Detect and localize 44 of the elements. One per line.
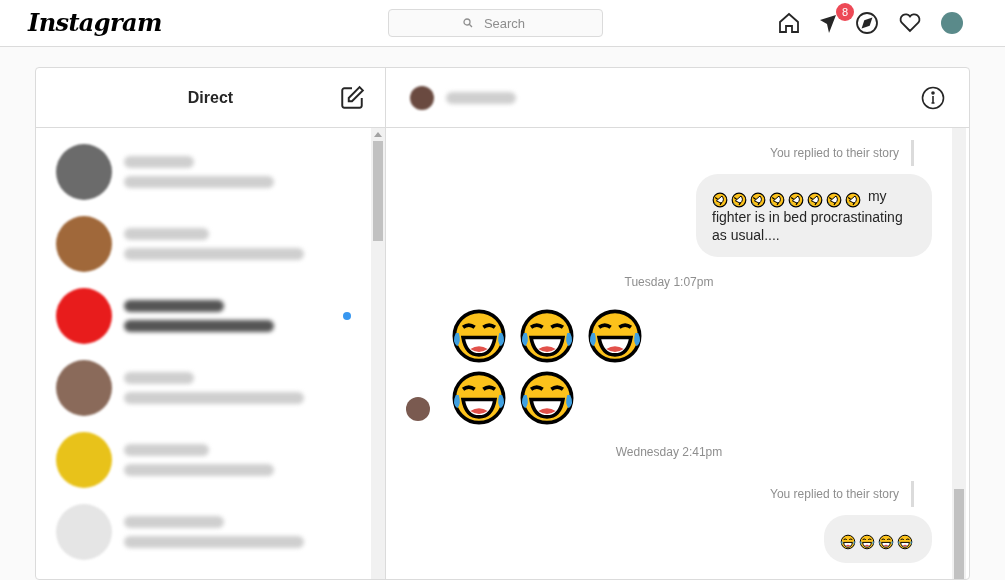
search-icon	[463, 18, 473, 28]
scroll-thumb[interactable]	[954, 489, 964, 579]
blurred-text	[446, 91, 516, 104]
compass-icon[interactable]	[855, 11, 879, 35]
avatar-placeholder	[406, 397, 430, 422]
timestamp: Tuesday 1:07pm	[624, 274, 714, 292]
new-message-icon[interactable]	[339, 84, 365, 111]
instagram-logo[interactable]: Instagram	[28, 5, 388, 41]
avatar-placeholder	[410, 85, 434, 110]
rolling-laughing-emoji-icon	[731, 192, 747, 209]
rolling-laughing-emoji-icon	[807, 192, 823, 209]
avatar-placeholder	[56, 288, 112, 344]
notification-badge: 8	[836, 3, 854, 21]
timestamp: Wednesday 2:41pm	[615, 444, 723, 462]
scroll-thumb[interactable]	[373, 141, 383, 241]
avatar-placeholder	[56, 432, 112, 488]
laughing-emoji-icon	[897, 533, 913, 550]
story-reply-note: You replied to their story	[770, 140, 914, 166]
rolling-laughing-emoji-icon	[769, 192, 785, 209]
laughing-emoji-icon	[878, 533, 894, 550]
avatar-placeholder	[56, 504, 112, 560]
home-icon[interactable]	[777, 11, 801, 35]
message-bubble: my fighter is in bed procrastinating as usual....	[696, 174, 932, 258]
search-field[interactable]: Search	[388, 9, 603, 37]
paper-plane-icon[interactable]	[820, 13, 836, 33]
info-icon[interactable]	[921, 85, 945, 110]
avatar-placeholder	[56, 144, 112, 200]
rolling-laughing-emoji-icon	[826, 192, 842, 209]
scrollbar[interactable]	[371, 128, 385, 579]
rolling-laughing-emoji-icon	[788, 192, 804, 209]
story-reply-note: You replied to their story	[770, 481, 914, 508]
laughing-emoji-icon	[840, 533, 856, 550]
avatar-placeholder	[56, 360, 112, 416]
laughing-emoji-icon	[859, 533, 875, 550]
rolling-laughing-emoji-icon	[845, 192, 861, 209]
panel-title: Direct	[187, 87, 234, 108]
rolling-laughing-emoji-icon	[712, 192, 728, 209]
scrollbar[interactable]	[952, 128, 966, 579]
profile-avatar[interactable]	[941, 12, 963, 34]
blurred-text	[124, 156, 194, 168]
rolling-laughing-emoji-icon	[750, 192, 766, 209]
blurred-text	[124, 372, 194, 384]
avatar-placeholder	[56, 216, 112, 272]
heart-icon[interactable]	[898, 11, 922, 35]
